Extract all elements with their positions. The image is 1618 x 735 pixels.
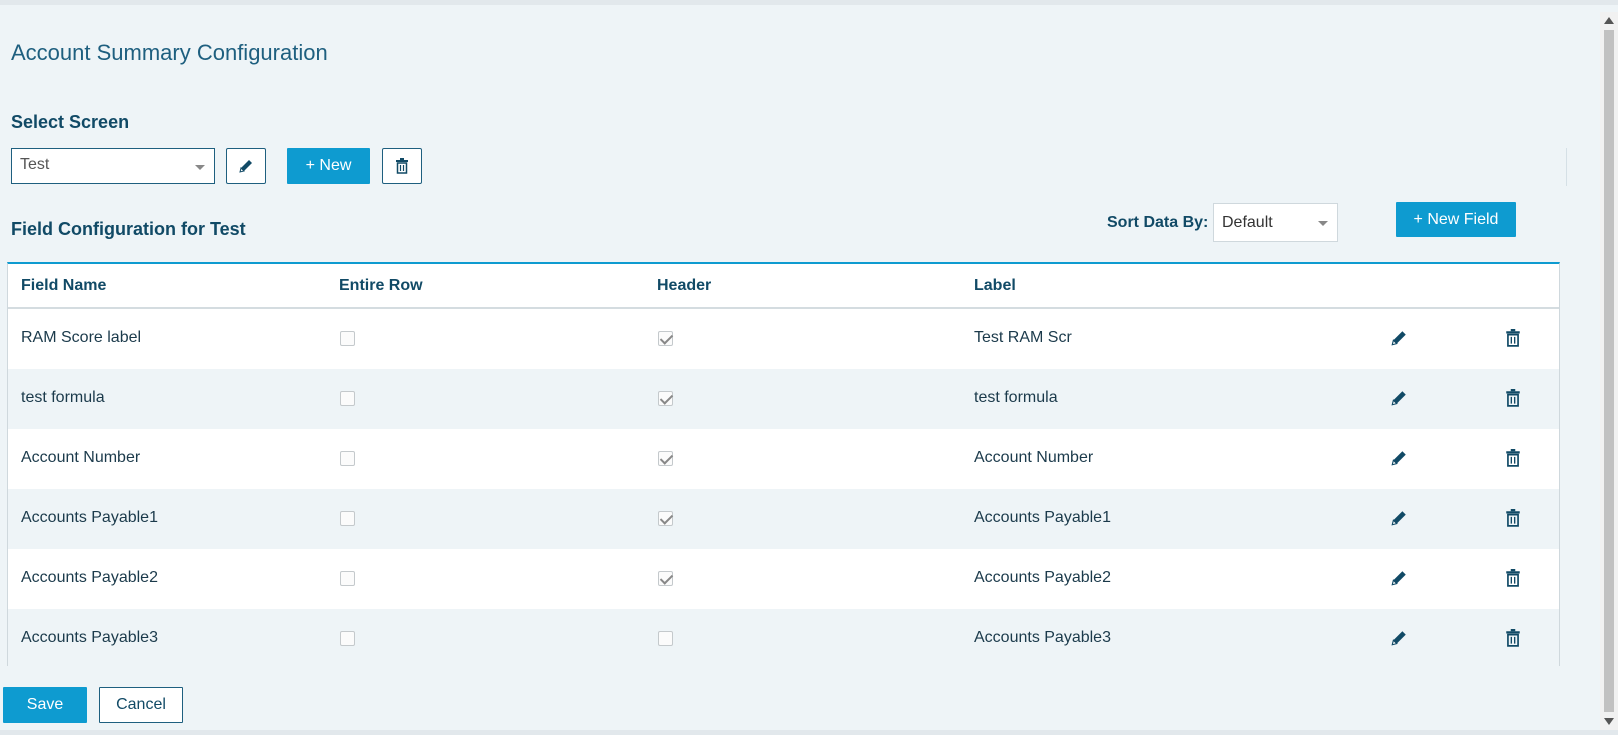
table-row: RAM Score label Test RAM Scr — [8, 309, 1559, 369]
top-border — [0, 0, 1618, 5]
chevron-down-icon — [195, 165, 205, 170]
label-cell: Accounts Payable1 — [974, 509, 1111, 526]
entire-row-checkbox[interactable] — [340, 631, 355, 646]
entire-row-checkbox[interactable] — [340, 571, 355, 586]
field-name-cell: Accounts Payable3 — [21, 629, 158, 646]
pencil-icon[interactable] — [1390, 509, 1408, 527]
table-header: Field Name Entire Row Header Label — [8, 264, 1559, 309]
header-checkbox[interactable] — [658, 391, 673, 406]
screen-select-value: Test — [20, 156, 50, 173]
pencil-icon[interactable] — [1390, 389, 1408, 407]
scroll-up-icon[interactable] — [1604, 17, 1614, 24]
column-header-entire-row: Entire Row — [339, 277, 423, 294]
field-name-cell: Accounts Payable1 — [21, 509, 158, 526]
trash-icon[interactable] — [1504, 569, 1522, 587]
field-name-cell: RAM Score label — [21, 329, 142, 346]
new-screen-button[interactable]: + New — [287, 148, 370, 184]
scroll-thumb[interactable] — [1604, 30, 1614, 712]
pencil-icon[interactable] — [1390, 569, 1408, 587]
field-name-cell: Account Number — [21, 449, 141, 466]
header-checkbox[interactable] — [658, 331, 673, 346]
sort-data-select[interactable]: Default — [1213, 203, 1338, 242]
label-cell: Accounts Payable2 — [974, 569, 1111, 586]
chevron-down-icon — [1318, 221, 1328, 226]
sort-data-label: Sort Data By: — [1107, 214, 1209, 231]
header-checkbox[interactable] — [658, 511, 673, 526]
table-row: Accounts Payable1 Accounts Payable1 — [8, 489, 1559, 549]
header-checkbox[interactable] — [658, 571, 673, 586]
cancel-button[interactable]: Cancel — [99, 687, 183, 723]
pencil-icon[interactable] — [1390, 449, 1408, 467]
column-header-header: Header — [657, 277, 712, 294]
trash-icon[interactable] — [1504, 329, 1522, 347]
table-row: test formula test formula — [8, 369, 1559, 429]
entire-row-checkbox[interactable] — [340, 331, 355, 346]
label-cell: Test RAM Scr — [974, 329, 1072, 346]
trash-icon[interactable] — [1504, 389, 1522, 407]
label-cell: Accounts Payable3 — [974, 629, 1111, 646]
scroll-down-icon[interactable] — [1604, 718, 1614, 725]
page-title: Account Summary Configuration — [11, 40, 328, 65]
sort-data-value: Default — [1222, 214, 1273, 231]
trash-icon — [396, 158, 408, 174]
edit-screen-button[interactable] — [226, 148, 266, 184]
header-checkbox[interactable] — [658, 631, 673, 646]
delete-screen-button[interactable] — [382, 148, 422, 184]
field-name-cell: test formula — [21, 389, 105, 406]
select-screen-label: Select Screen — [11, 112, 130, 132]
trash-icon[interactable] — [1504, 509, 1522, 527]
table-row: Account Number Account Number — [8, 429, 1559, 489]
field-config-title: Field Configuration for Test — [11, 219, 246, 239]
column-header-label: Label — [974, 277, 1016, 294]
entire-row-checkbox[interactable] — [340, 391, 355, 406]
trash-icon[interactable] — [1504, 449, 1522, 467]
entire-row-checkbox[interactable] — [340, 451, 355, 466]
trash-icon[interactable] — [1504, 629, 1522, 647]
field-config-table: Field Name Entire Row Header Label RAM S… — [7, 262, 1560, 669]
save-button[interactable]: Save — [3, 687, 87, 723]
table-row: Accounts Payable3 Accounts Payable3 — [8, 609, 1559, 669]
pencil-icon[interactable] — [1390, 329, 1408, 347]
pencil-icon — [239, 160, 252, 173]
vertical-scrollbar[interactable] — [1600, 12, 1618, 730]
header-checkbox[interactable] — [658, 451, 673, 466]
pencil-icon[interactable] — [1390, 629, 1408, 647]
field-name-cell: Accounts Payable2 — [21, 569, 158, 586]
divider — [1566, 148, 1567, 186]
bottom-border — [0, 730, 1618, 735]
new-field-button[interactable]: + New Field — [1396, 202, 1516, 237]
screen-select[interactable]: Test — [11, 148, 215, 184]
entire-row-checkbox[interactable] — [340, 511, 355, 526]
label-cell: test formula — [974, 389, 1058, 406]
column-header-field-name: Field Name — [21, 277, 107, 294]
label-cell: Account Number — [974, 449, 1094, 466]
table-row: Accounts Payable2 Accounts Payable2 — [8, 549, 1559, 609]
